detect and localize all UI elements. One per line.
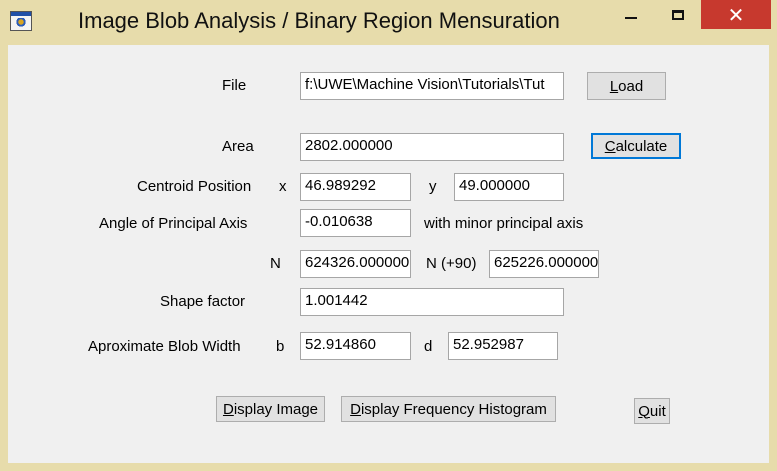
n90-label: N (+90)	[426, 255, 477, 272]
centroid-y-field[interactable]: 49.000000	[454, 173, 564, 201]
file-path-field[interactable]: f:\UWE\Machine Vision\Tutorials\Tut	[300, 72, 564, 100]
centroid-y-label: y	[429, 178, 437, 195]
window-title: Image Blob Analysis / Binary Region Mens…	[78, 8, 560, 33]
maximize-icon	[672, 9, 684, 20]
n-label: N	[270, 255, 281, 272]
n90-field[interactable]: 625226.000000	[489, 250, 599, 278]
minor-axis-note: with minor principal axis	[424, 215, 584, 232]
blob-d-label: d	[424, 338, 433, 355]
blob-b-label: b	[276, 338, 285, 355]
area-field[interactable]: 2802.000000	[300, 133, 564, 161]
calculate-button[interactable]: Calculate	[591, 133, 681, 159]
load-button[interactable]: Load	[587, 72, 666, 100]
quit-button[interactable]: Quit	[634, 398, 670, 424]
client-area: File f:\UWE\Machine Vision\Tutorials\Tut…	[8, 45, 769, 463]
blob-d-field[interactable]: 52.952987	[448, 332, 558, 360]
minimize-icon	[625, 16, 637, 19]
principal-axis-field[interactable]: -0.010638	[300, 209, 411, 237]
blob-b-field[interactable]: 52.914860	[300, 332, 411, 360]
file-label: File	[222, 77, 247, 94]
n-field[interactable]: 624326.000000	[300, 250, 411, 278]
app-icon[interactable]	[10, 11, 32, 31]
centroid-label: Centroid Position	[137, 178, 252, 195]
app-window: Image Blob Analysis / Binary Region Mens…	[0, 0, 777, 471]
display-histogram-button[interactable]: Display Frequency Histogram	[341, 396, 556, 422]
shape-factor-label: Shape factor	[160, 293, 246, 310]
area-label: Area	[222, 138, 254, 155]
blob-width-label: Aproximate Blob Width	[88, 338, 241, 355]
title-bar[interactable]: Image Blob Analysis / Binary Region Mens…	[0, 0, 777, 45]
centroid-x-field[interactable]: 46.989292	[300, 173, 411, 201]
centroid-x-label: x	[279, 178, 287, 195]
principal-axis-label: Angle of Principal Axis	[99, 215, 248, 232]
maximize-button[interactable]	[655, 0, 701, 29]
close-icon: ✕	[727, 2, 745, 27]
minimize-button[interactable]	[608, 0, 654, 29]
display-image-button[interactable]: Display Image	[216, 396, 325, 422]
close-button[interactable]: ✕	[701, 0, 771, 29]
shape-factor-field[interactable]: 1.001442	[300, 288, 564, 316]
